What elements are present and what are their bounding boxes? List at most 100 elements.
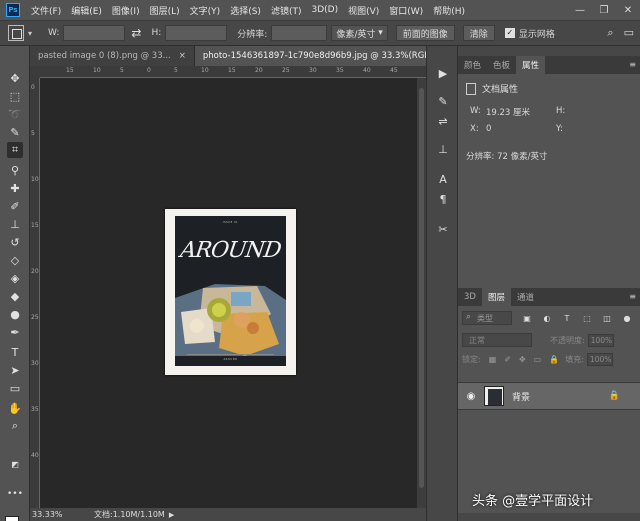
hand-tool-icon[interactable]: ✋ [7,400,23,416]
dodge-tool-icon[interactable]: ● [7,306,23,322]
opacity-input[interactable]: 100% [587,333,614,347]
tool-presets-icon[interactable]: ✂ [436,222,450,236]
x-value[interactable]: 0 [486,124,491,134]
filter-type-icon[interactable]: T [562,313,572,323]
ruler-tick-label: 5 [31,130,35,137]
minimize-button[interactable]: — [568,0,592,20]
menu-layer[interactable]: 图层(L) [145,4,185,17]
crop-tool-preset-icon[interactable] [8,25,24,41]
tab-3d[interactable]: 3D [458,288,482,306]
cover-rule [187,354,274,355]
ruler-tick-label: 5 [120,67,124,74]
lock-position-icon[interactable]: ✥ [519,355,526,364]
clone-source-icon[interactable]: ⊥ [436,142,450,156]
paragraph-panel-icon[interactable]: ¶ [436,192,450,206]
close-button[interactable]: ✕ [616,0,640,20]
tab-pasted-image[interactable]: pasted image 0 (8).png @ 33... × [30,46,195,66]
height-input[interactable] [165,25,228,41]
width-value[interactable]: 19.23 厘米 [486,106,530,118]
foreground-color-swatch[interactable] [5,516,19,521]
menu-filter[interactable]: 滤镜(T) [266,4,307,17]
marquee-tool-icon[interactable]: ⬚ [7,88,23,104]
menu-select[interactable]: 选择(S) [225,4,266,17]
rectangle-tool-icon[interactable]: ▭ [7,380,23,396]
blend-mode-select[interactable]: 正常 [462,333,532,347]
restore-button[interactable]: ❐ [592,0,616,20]
ruler-tick-label: 0 [31,84,35,91]
filter-shape-icon[interactable]: ⬚ [582,313,592,323]
panel-menu-icon[interactable]: ≡ [629,292,636,301]
tab-color[interactable]: 颜色 [458,56,487,74]
lock-pixels-icon[interactable]: ▦ [489,355,497,364]
zoom-level[interactable]: 33.33% [32,510,76,519]
resolution-unit-value: 像素/英寸 [336,29,376,40]
swap-icon[interactable]: ⇄ [131,26,141,40]
type-tool-icon[interactable]: T [7,344,23,360]
filter-pixel-icon[interactable]: ▣ [522,313,532,323]
vertical-scrollbar[interactable] [417,78,426,508]
menu-view[interactable]: 视图(V) [343,4,384,17]
tab-properties[interactable]: 属性 [516,56,546,74]
paint-bucket-tool-icon[interactable]: ◈ [7,270,23,286]
resolution-input[interactable] [271,25,328,41]
panel-menu-icon[interactable]: ≡ [629,60,636,69]
lock-paint-icon[interactable]: ✐ [504,355,511,364]
crop-tool-icon[interactable]: ⌗ [7,142,23,158]
history-brush-tool-icon[interactable]: ↺ [7,234,23,250]
filter-adjust-icon[interactable]: ◐ [542,313,552,323]
document-image[interactable]: ISSUE 01 AROUND AROUND [165,209,296,375]
menu-window[interactable]: 窗口(W) [384,4,428,17]
tab-swatches[interactable]: 色板 [487,56,516,74]
eyedropper-tool-icon[interactable]: ⚲ [7,162,23,178]
layer-row[interactable]: ◉ 背景 🔒 [458,382,640,410]
front-image-button[interactable]: 前面的图像 [395,25,455,41]
menu-3d[interactable]: 3D(D) [306,5,343,15]
brush-panel-icon[interactable]: ✎ [436,94,450,108]
width-input[interactable] [63,25,126,41]
menu-file[interactable]: 文件(F) [26,4,66,17]
adjust-panel-icon[interactable]: ⇌ [436,114,450,128]
filter-smart-icon[interactable]: ◫ [602,313,612,323]
filter-toggle-icon[interactable]: ● [622,313,632,323]
height-label: H: [556,106,566,116]
path-select-tool-icon[interactable]: ➤ [7,362,23,378]
lasso-tool-icon[interactable]: ➰ [7,106,23,122]
default-colors-icon[interactable]: ◩ [7,456,23,472]
close-icon[interactable]: × [179,51,186,61]
lock-artboard-icon[interactable]: ▭ [534,355,542,364]
menu-help[interactable]: 帮助(H) [428,4,470,17]
zoom-tool-icon[interactable]: ⌕ [7,418,23,434]
layer-name[interactable]: 背景 [512,390,530,403]
watermark: 头条 @壹学平面设计 [472,494,594,509]
quick-select-tool-icon[interactable]: ✎ [7,124,23,140]
healing-brush-tool-icon[interactable]: ✚ [7,180,23,196]
ruler-corner [30,66,40,78]
menu-type[interactable]: 文字(Y) [185,4,226,17]
menu-edit[interactable]: 编辑(E) [66,4,107,17]
search-icon[interactable]: ⌕ [607,26,613,40]
brush-tool-icon[interactable]: ✐ [7,198,23,214]
tab-channels[interactable]: 通道 [511,288,540,306]
clone-stamp-tool-icon[interactable]: ⊥ [7,216,23,232]
eraser-tool-icon[interactable]: ◇ [7,252,23,268]
workspace-icon[interactable]: ▭ [624,26,634,40]
tab-layers[interactable]: 图层 [481,288,511,306]
pen-tool-icon[interactable]: ✒ [7,324,23,340]
more-tools-icon[interactable]: ••• [7,489,23,499]
blur-tool-icon[interactable]: ◆ [7,288,23,304]
lock-all-icon[interactable]: 🔒 [549,355,559,364]
clear-button[interactable]: 清除 [462,25,495,41]
ruler-tick-label: 10 [93,67,101,74]
resolution-unit-select[interactable]: 像素/英寸 ▾ [331,25,388,41]
chevron-down-icon[interactable]: ▾ [28,29,32,38]
character-panel-icon[interactable]: A [436,172,450,186]
fill-input[interactable]: 100% [586,352,613,366]
menu-image[interactable]: 图像(I) [107,4,145,17]
layer-filter-select[interactable]: 类型 [462,311,512,325]
move-tool-icon[interactable]: ✥ [7,70,23,86]
history-panel-icon[interactable]: ▶ [436,66,450,80]
show-grid-checkbox[interactable]: ✓ [504,28,515,38]
layers-tabs: 3D 图层 通道 ≡ [458,288,640,306]
eye-icon[interactable]: ◉ [464,389,478,403]
status-menu-icon[interactable]: ▶ [169,511,174,519]
